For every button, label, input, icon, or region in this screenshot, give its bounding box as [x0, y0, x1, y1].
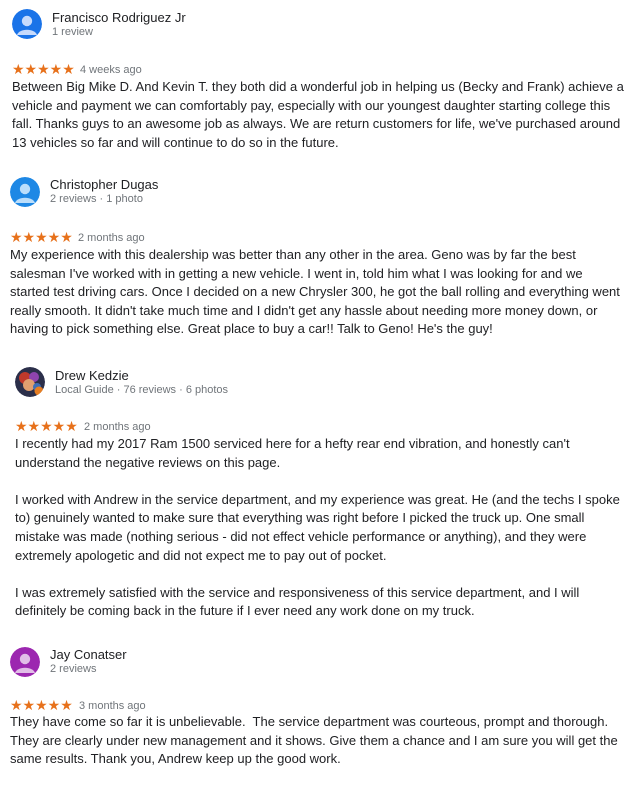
review-text: Between Big Mike D. And Kevin T. they bo… — [12, 79, 624, 150]
review-time: 4 weeks ago — [80, 64, 142, 76]
review-text: My experience with this dealership was b… — [10, 247, 620, 337]
reviewer-meta[interactable]: 2 reviews · 1 photo — [50, 193, 143, 205]
reviewer-meta[interactable]: 1 review — [52, 26, 93, 38]
review-time: 2 months ago — [78, 232, 145, 244]
reviewer-meta[interactable]: Local Guide · 76 reviews · 6 photos — [55, 384, 228, 396]
reviewer-name[interactable]: Drew Kedzie — [55, 368, 129, 383]
reviewer-name[interactable]: Jay Conatser — [50, 647, 127, 662]
avatar[interactable] — [15, 367, 45, 397]
star-rating: ★★★★★ — [10, 229, 73, 245]
review-time: 2 months ago — [84, 421, 151, 433]
avatar[interactable] — [12, 9, 42, 39]
star-rating: ★★★★★ — [12, 61, 75, 77]
user-avatar-icon — [10, 647, 40, 677]
user-avatar-icon — [12, 9, 42, 39]
avatar[interactable] — [10, 647, 40, 677]
star-rating: ★★★★★ — [15, 418, 78, 434]
user-avatar-icon — [10, 177, 40, 207]
reviewer-name[interactable]: Christopher Dugas — [50, 177, 158, 192]
review-text: They have come so far it is unbelievable… — [10, 714, 618, 767]
reviewer-name[interactable]: Francisco Rodriguez Jr — [52, 10, 186, 25]
review-time: 3 months ago — [79, 700, 146, 712]
review-text: I recently had my 2017 Ram 1500 serviced… — [15, 436, 620, 619]
star-rating: ★★★★★ — [10, 697, 73, 713]
user-photo-avatar-icon — [15, 367, 45, 397]
avatar[interactable] — [10, 177, 40, 207]
reviewer-meta[interactable]: 2 reviews — [50, 663, 96, 675]
